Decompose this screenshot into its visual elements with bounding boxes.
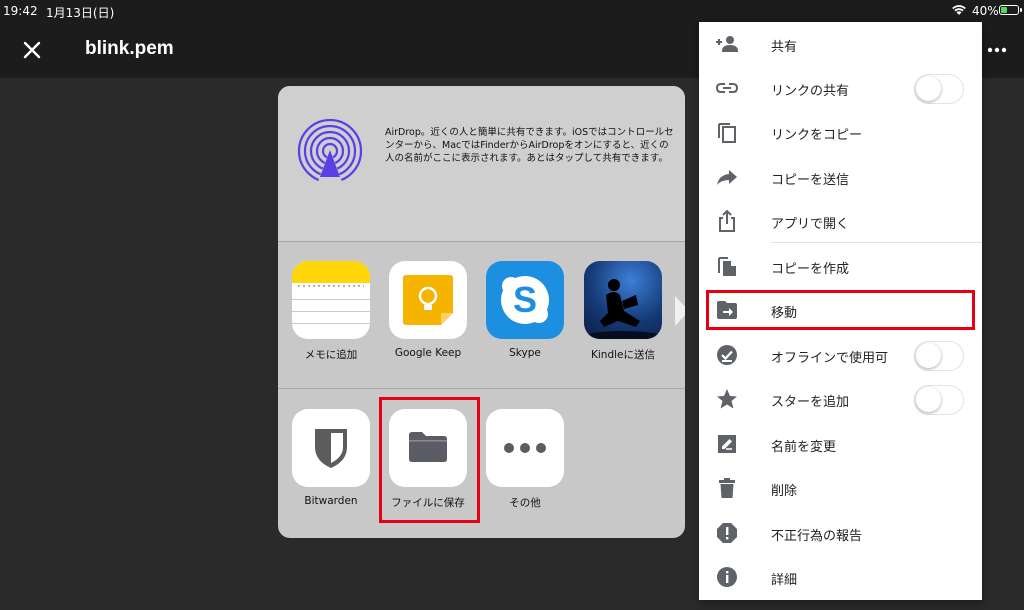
- app-label: Kindleに送信: [591, 349, 655, 361]
- bitwarden-app-icon: [292, 409, 370, 487]
- rename-icon: [718, 435, 736, 453]
- scroll-right-indicator: [675, 296, 685, 326]
- menu-item-move[interactable]: 移動: [699, 288, 982, 332]
- app-kindle[interactable]: Kindleに送信: [583, 261, 663, 362]
- app-label: Google Keep: [394, 347, 462, 359]
- move-folder-icon: [717, 301, 737, 319]
- status-date: 1月13日(日): [46, 6, 115, 20]
- menu-divider: [771, 242, 982, 243]
- more-icon: [486, 409, 564, 487]
- menu-item-make-copy[interactable]: コピーを作成: [699, 244, 982, 288]
- airdrop-icon: [297, 119, 363, 187]
- file-copy-icon: [718, 257, 736, 276]
- status-time: 19:42: [3, 4, 38, 18]
- menu-item-label: 移動: [771, 306, 798, 321]
- menu-item-label: 詳細: [771, 573, 798, 588]
- status-bar: 19:42 1月13日(日) 40%: [0, 0, 1024, 22]
- menu-item-label: 名前を変更: [771, 440, 837, 455]
- kindle-app-icon: [584, 261, 662, 339]
- menu-item-add-star[interactable]: スターを追加: [699, 377, 982, 421]
- menu-item-delete[interactable]: 削除: [699, 466, 982, 510]
- divider: [278, 388, 685, 389]
- action-label: ファイルに保存: [391, 497, 465, 509]
- menu-item-details[interactable]: 詳細: [699, 555, 982, 599]
- wifi-icon: [952, 5, 966, 15]
- skype-app-icon: S: [486, 261, 564, 339]
- info-icon: [717, 567, 737, 587]
- svg-text:S: S: [513, 279, 537, 320]
- menu-item-label: コピーを作成: [771, 262, 850, 277]
- app-label: Skype: [509, 347, 541, 359]
- airdrop-section[interactable]: AirDrop。近くの人と簡単に共有できます。iOSではコントロールセンターから…: [278, 86, 685, 241]
- menu-item-rename[interactable]: 名前を変更: [699, 422, 982, 466]
- menu-item-open-in-app[interactable]: アプリで開く: [699, 199, 982, 243]
- link-sharing-toggle[interactable]: [914, 74, 964, 104]
- notes-app-icon: [292, 261, 370, 339]
- available-offline-toggle[interactable]: [914, 341, 964, 371]
- add-person-icon: [716, 36, 738, 52]
- app-google-keep[interactable]: Google Keep: [388, 261, 468, 359]
- battery-percent: 40%: [972, 4, 999, 18]
- add-star-toggle[interactable]: [914, 385, 964, 415]
- menu-item-share[interactable]: 共有: [699, 22, 982, 66]
- share-sheet: AirDrop。近くの人と簡単に共有できます。iOSではコントロールセンターから…: [278, 86, 685, 538]
- star-icon: [717, 389, 737, 409]
- forward-icon: [717, 170, 737, 185]
- menu-item-send-copy[interactable]: コピーを送信: [699, 155, 982, 199]
- more-options-icon[interactable]: [985, 38, 1009, 62]
- page-title: blink.pem: [85, 38, 174, 59]
- action-label: その他: [509, 497, 541, 509]
- battery-fill: [1001, 7, 1008, 13]
- menu-item-available-offline[interactable]: オフラインで使用可: [699, 333, 982, 377]
- menu-item-label: 削除: [771, 484, 798, 499]
- menu-item-label: アプリで開く: [771, 217, 850, 232]
- trash-icon: [719, 478, 735, 498]
- share-up-icon: [719, 209, 735, 232]
- menu-item-label: コピーを送信: [771, 173, 850, 188]
- app-notes[interactable]: メモに追加: [291, 261, 371, 362]
- menu-item-report-abuse[interactable]: 不正行為の報告: [699, 511, 982, 555]
- report-icon: [717, 523, 737, 543]
- menu-item-label: リンクをコピー: [771, 128, 863, 143]
- menu-item-label: オフラインで使用可: [771, 351, 889, 366]
- offline-icon: [717, 345, 737, 365]
- menu-item-copy-link[interactable]: リンクをコピー: [699, 110, 982, 154]
- google-keep-app-icon: [389, 261, 467, 339]
- menu-item-label: 共有: [771, 40, 798, 55]
- files-app-icon: [389, 409, 467, 487]
- link-icon: [715, 83, 739, 93]
- copy-icon: [718, 123, 736, 143]
- airdrop-description: AirDrop。近くの人と簡単に共有できます。iOSではコントロールセンターから…: [385, 127, 674, 164]
- menu-item-label: 不正行為の報告: [771, 529, 863, 544]
- divider: [278, 241, 685, 242]
- action-bitwarden[interactable]: Bitwarden: [291, 409, 371, 507]
- menu-item-link-sharing[interactable]: リンクの共有: [699, 66, 982, 110]
- app-skype[interactable]: S Skype: [485, 261, 565, 359]
- battery-icon: [999, 5, 1022, 15]
- action-more[interactable]: その他: [485, 409, 565, 510]
- app-label: メモに追加: [304, 349, 358, 361]
- menu-item-label: リンクの共有: [771, 84, 850, 99]
- close-icon[interactable]: [20, 38, 44, 62]
- action-save-to-files[interactable]: ファイルに保存: [388, 409, 468, 510]
- action-label: Bitwarden: [304, 495, 358, 507]
- file-actions-menu: 共有 リンクの共有 リンクをコピー コピーを送信 アプリで開く コピーを作成 移…: [699, 22, 982, 600]
- menu-item-label: スターを追加: [771, 395, 850, 410]
